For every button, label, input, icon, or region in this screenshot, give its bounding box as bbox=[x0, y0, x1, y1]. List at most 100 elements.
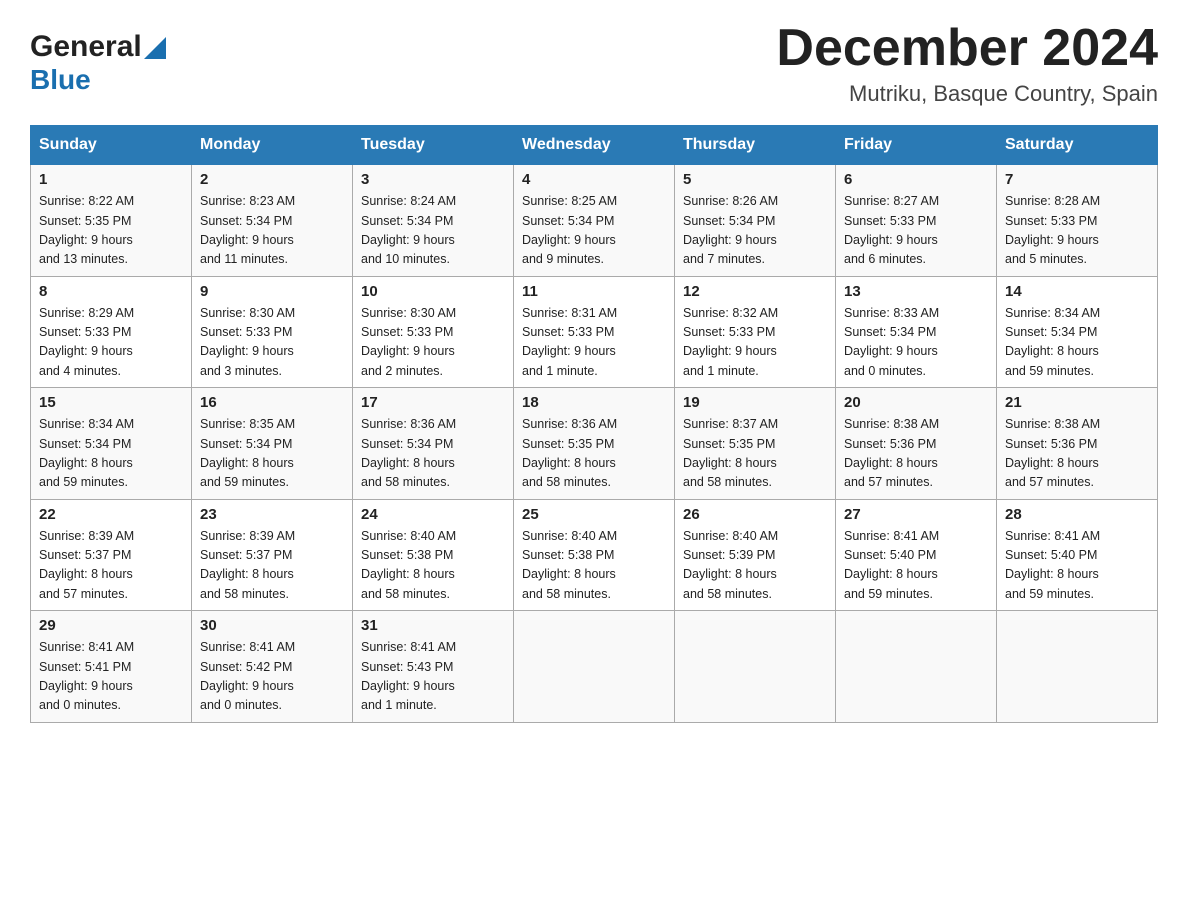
logo-blue-text: Blue bbox=[30, 64, 91, 96]
table-row: 15 Sunrise: 8:34 AM Sunset: 5:34 PM Dayl… bbox=[31, 388, 192, 500]
table-row: 8 Sunrise: 8:29 AM Sunset: 5:33 PM Dayli… bbox=[31, 276, 192, 388]
calendar-week-row: 8 Sunrise: 8:29 AM Sunset: 5:33 PM Dayli… bbox=[31, 276, 1158, 388]
day-number: 3 bbox=[361, 171, 505, 188]
calendar-week-row: 15 Sunrise: 8:34 AM Sunset: 5:34 PM Dayl… bbox=[31, 388, 1158, 500]
table-row: 27 Sunrise: 8:41 AM Sunset: 5:40 PM Dayl… bbox=[836, 499, 997, 611]
header-tuesday: Tuesday bbox=[353, 126, 514, 165]
day-number: 10 bbox=[361, 283, 505, 300]
day-number: 11 bbox=[522, 283, 666, 300]
day-info: Sunrise: 8:41 AM Sunset: 5:43 PM Dayligh… bbox=[361, 638, 505, 716]
day-number: 29 bbox=[39, 617, 183, 634]
table-row: 24 Sunrise: 8:40 AM Sunset: 5:38 PM Dayl… bbox=[353, 499, 514, 611]
day-number: 31 bbox=[361, 617, 505, 634]
day-info: Sunrise: 8:40 AM Sunset: 5:38 PM Dayligh… bbox=[522, 527, 666, 605]
day-info: Sunrise: 8:41 AM Sunset: 5:42 PM Dayligh… bbox=[200, 638, 344, 716]
day-info: Sunrise: 8:33 AM Sunset: 5:34 PM Dayligh… bbox=[844, 304, 988, 382]
day-info: Sunrise: 8:41 AM Sunset: 5:40 PM Dayligh… bbox=[1005, 527, 1149, 605]
day-number: 17 bbox=[361, 394, 505, 411]
day-info: Sunrise: 8:38 AM Sunset: 5:36 PM Dayligh… bbox=[844, 415, 988, 493]
calendar-week-row: 29 Sunrise: 8:41 AM Sunset: 5:41 PM Dayl… bbox=[31, 611, 1158, 723]
day-number: 25 bbox=[522, 506, 666, 523]
table-row: 20 Sunrise: 8:38 AM Sunset: 5:36 PM Dayl… bbox=[836, 388, 997, 500]
day-number: 27 bbox=[844, 506, 988, 523]
header-friday: Friday bbox=[836, 126, 997, 165]
day-number: 21 bbox=[1005, 394, 1149, 411]
table-row: 25 Sunrise: 8:40 AM Sunset: 5:38 PM Dayl… bbox=[514, 499, 675, 611]
day-info: Sunrise: 8:32 AM Sunset: 5:33 PM Dayligh… bbox=[683, 304, 827, 382]
table-row: 30 Sunrise: 8:41 AM Sunset: 5:42 PM Dayl… bbox=[192, 611, 353, 723]
day-info: Sunrise: 8:41 AM Sunset: 5:41 PM Dayligh… bbox=[39, 638, 183, 716]
table-row bbox=[836, 611, 997, 723]
logo: General Blue bbox=[30, 30, 166, 96]
header-thursday: Thursday bbox=[675, 126, 836, 165]
page-header: General Blue December 2024 Mutriku, Basq… bbox=[30, 20, 1158, 107]
day-number: 19 bbox=[683, 394, 827, 411]
table-row: 29 Sunrise: 8:41 AM Sunset: 5:41 PM Dayl… bbox=[31, 611, 192, 723]
day-number: 26 bbox=[683, 506, 827, 523]
day-info: Sunrise: 8:34 AM Sunset: 5:34 PM Dayligh… bbox=[39, 415, 183, 493]
day-info: Sunrise: 8:39 AM Sunset: 5:37 PM Dayligh… bbox=[39, 527, 183, 605]
table-row: 10 Sunrise: 8:30 AM Sunset: 5:33 PM Dayl… bbox=[353, 276, 514, 388]
day-number: 24 bbox=[361, 506, 505, 523]
location-title: Mutriku, Basque Country, Spain bbox=[776, 81, 1158, 107]
day-info: Sunrise: 8:34 AM Sunset: 5:34 PM Dayligh… bbox=[1005, 304, 1149, 382]
day-info: Sunrise: 8:22 AM Sunset: 5:35 PM Dayligh… bbox=[39, 192, 183, 270]
table-row: 22 Sunrise: 8:39 AM Sunset: 5:37 PM Dayl… bbox=[31, 499, 192, 611]
table-row bbox=[997, 611, 1158, 723]
calendar-week-row: 1 Sunrise: 8:22 AM Sunset: 5:35 PM Dayli… bbox=[31, 165, 1158, 277]
day-number: 12 bbox=[683, 283, 827, 300]
table-row: 19 Sunrise: 8:37 AM Sunset: 5:35 PM Dayl… bbox=[675, 388, 836, 500]
table-row: 6 Sunrise: 8:27 AM Sunset: 5:33 PM Dayli… bbox=[836, 165, 997, 277]
day-info: Sunrise: 8:25 AM Sunset: 5:34 PM Dayligh… bbox=[522, 192, 666, 270]
table-row: 21 Sunrise: 8:38 AM Sunset: 5:36 PM Dayl… bbox=[997, 388, 1158, 500]
table-row: 26 Sunrise: 8:40 AM Sunset: 5:39 PM Dayl… bbox=[675, 499, 836, 611]
day-number: 2 bbox=[200, 171, 344, 188]
day-info: Sunrise: 8:29 AM Sunset: 5:33 PM Dayligh… bbox=[39, 304, 183, 382]
day-number: 14 bbox=[1005, 283, 1149, 300]
day-number: 28 bbox=[1005, 506, 1149, 523]
table-row bbox=[675, 611, 836, 723]
day-info: Sunrise: 8:30 AM Sunset: 5:33 PM Dayligh… bbox=[200, 304, 344, 382]
day-info: Sunrise: 8:30 AM Sunset: 5:33 PM Dayligh… bbox=[361, 304, 505, 382]
day-info: Sunrise: 8:31 AM Sunset: 5:33 PM Dayligh… bbox=[522, 304, 666, 382]
table-row: 4 Sunrise: 8:25 AM Sunset: 5:34 PM Dayli… bbox=[514, 165, 675, 277]
day-info: Sunrise: 8:23 AM Sunset: 5:34 PM Dayligh… bbox=[200, 192, 344, 270]
day-info: Sunrise: 8:36 AM Sunset: 5:35 PM Dayligh… bbox=[522, 415, 666, 493]
day-number: 23 bbox=[200, 506, 344, 523]
logo-triangle-icon bbox=[144, 37, 166, 59]
table-row: 17 Sunrise: 8:36 AM Sunset: 5:34 PM Dayl… bbox=[353, 388, 514, 500]
calendar-table: Sunday Monday Tuesday Wednesday Thursday… bbox=[30, 125, 1158, 723]
header-wednesday: Wednesday bbox=[514, 126, 675, 165]
header-saturday: Saturday bbox=[997, 126, 1158, 165]
table-row: 2 Sunrise: 8:23 AM Sunset: 5:34 PM Dayli… bbox=[192, 165, 353, 277]
day-info: Sunrise: 8:36 AM Sunset: 5:34 PM Dayligh… bbox=[361, 415, 505, 493]
table-row: 18 Sunrise: 8:36 AM Sunset: 5:35 PM Dayl… bbox=[514, 388, 675, 500]
day-info: Sunrise: 8:37 AM Sunset: 5:35 PM Dayligh… bbox=[683, 415, 827, 493]
day-number: 18 bbox=[522, 394, 666, 411]
table-row: 1 Sunrise: 8:22 AM Sunset: 5:35 PM Dayli… bbox=[31, 165, 192, 277]
table-row: 7 Sunrise: 8:28 AM Sunset: 5:33 PM Dayli… bbox=[997, 165, 1158, 277]
table-row: 5 Sunrise: 8:26 AM Sunset: 5:34 PM Dayli… bbox=[675, 165, 836, 277]
logo-general-text: General bbox=[30, 30, 142, 64]
day-info: Sunrise: 8:40 AM Sunset: 5:38 PM Dayligh… bbox=[361, 527, 505, 605]
day-info: Sunrise: 8:24 AM Sunset: 5:34 PM Dayligh… bbox=[361, 192, 505, 270]
day-number: 30 bbox=[200, 617, 344, 634]
table-row: 13 Sunrise: 8:33 AM Sunset: 5:34 PM Dayl… bbox=[836, 276, 997, 388]
day-number: 16 bbox=[200, 394, 344, 411]
day-number: 7 bbox=[1005, 171, 1149, 188]
table-row: 9 Sunrise: 8:30 AM Sunset: 5:33 PM Dayli… bbox=[192, 276, 353, 388]
table-row: 11 Sunrise: 8:31 AM Sunset: 5:33 PM Dayl… bbox=[514, 276, 675, 388]
day-number: 22 bbox=[39, 506, 183, 523]
day-number: 9 bbox=[200, 283, 344, 300]
day-info: Sunrise: 8:26 AM Sunset: 5:34 PM Dayligh… bbox=[683, 192, 827, 270]
header-sunday: Sunday bbox=[31, 126, 192, 165]
header-monday: Monday bbox=[192, 126, 353, 165]
day-info: Sunrise: 8:35 AM Sunset: 5:34 PM Dayligh… bbox=[200, 415, 344, 493]
table-row: 23 Sunrise: 8:39 AM Sunset: 5:37 PM Dayl… bbox=[192, 499, 353, 611]
day-info: Sunrise: 8:38 AM Sunset: 5:36 PM Dayligh… bbox=[1005, 415, 1149, 493]
day-number: 20 bbox=[844, 394, 988, 411]
day-number: 8 bbox=[39, 283, 183, 300]
table-row: 31 Sunrise: 8:41 AM Sunset: 5:43 PM Dayl… bbox=[353, 611, 514, 723]
day-info: Sunrise: 8:40 AM Sunset: 5:39 PM Dayligh… bbox=[683, 527, 827, 605]
table-row: 14 Sunrise: 8:34 AM Sunset: 5:34 PM Dayl… bbox=[997, 276, 1158, 388]
